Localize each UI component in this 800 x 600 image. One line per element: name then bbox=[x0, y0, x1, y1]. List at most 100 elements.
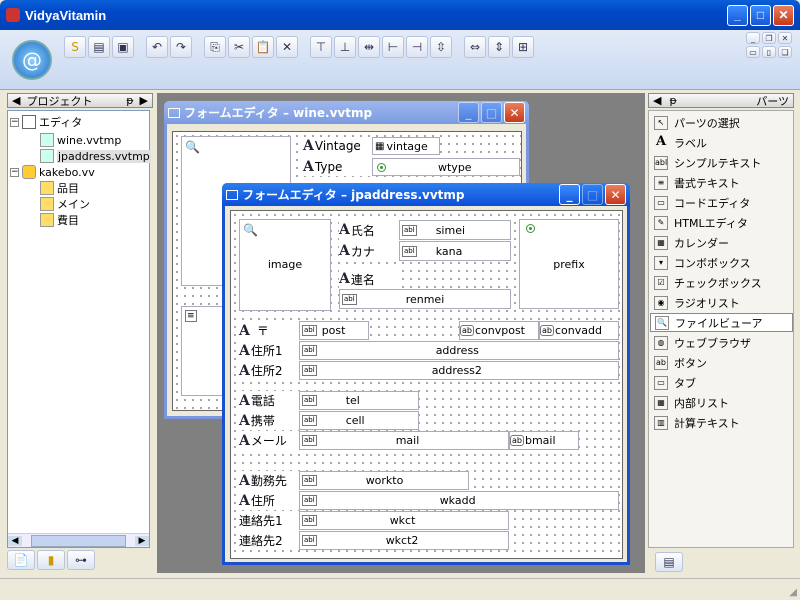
part-item[interactable]: ▦ カレンダー bbox=[650, 233, 793, 252]
part-item[interactable]: A ラベル bbox=[650, 133, 793, 152]
part-item[interactable]: abl シンプルテキスト bbox=[650, 153, 793, 172]
wkadd-field[interactable]: abl wkadd bbox=[299, 491, 619, 510]
tile-horizontal-icon[interactable]: ▭ bbox=[746, 46, 760, 58]
save-icon[interactable]: ▣ bbox=[112, 36, 134, 58]
post-field[interactable]: abl post bbox=[299, 321, 369, 340]
form-icon[interactable]: ▤ bbox=[88, 36, 110, 58]
copy-icon[interactable]: ⎘ bbox=[204, 36, 226, 58]
wine-vintage-label[interactable]: A Vintage bbox=[303, 137, 373, 155]
wine-type-label[interactable]: A Type bbox=[303, 158, 373, 176]
tree-item-hinmoku[interactable]: 品目 bbox=[40, 180, 79, 196]
parts-tab-icon[interactable]: ▤ bbox=[655, 552, 683, 572]
scroll-right-icon[interactable]: ▶ bbox=[135, 535, 149, 546]
simei-field[interactable]: abl simei bbox=[399, 220, 511, 240]
address1-label[interactable]: A 住所1 bbox=[239, 341, 299, 360]
wkct-field[interactable]: abl wkct bbox=[299, 511, 509, 530]
address-field[interactable]: abl address bbox=[299, 341, 619, 360]
image-viewer[interactable]: 🔍 image bbox=[239, 219, 331, 311]
part-item[interactable]: ◉ ラジオリスト bbox=[650, 293, 793, 312]
app-menu-orb-icon[interactable]: @ bbox=[12, 40, 52, 80]
part-item[interactable]: ▭ タブ bbox=[650, 373, 793, 392]
wkct-label[interactable]: 連絡先1 bbox=[239, 511, 299, 530]
convadd-button[interactable]: ab convadd bbox=[539, 321, 619, 340]
panel-expand-icon[interactable]: ▶ bbox=[140, 94, 148, 107]
tel-field[interactable]: abl tel bbox=[299, 391, 419, 410]
part-item[interactable]: ▭ コードエディタ bbox=[650, 193, 793, 212]
window-restore-icon[interactable]: ❐ bbox=[762, 32, 776, 44]
window-close-icon[interactable]: ✕ bbox=[778, 32, 792, 44]
cut-icon[interactable]: ✂ bbox=[228, 36, 250, 58]
project-tab-icon[interactable]: 📄 bbox=[7, 550, 35, 570]
cascade-icon[interactable]: ❏ bbox=[778, 46, 792, 58]
part-item[interactable]: ▥ 計算テキスト bbox=[650, 413, 793, 432]
workto-field[interactable]: abl workto bbox=[299, 471, 469, 490]
resize-grip-icon[interactable]: ◢ bbox=[789, 587, 797, 598]
name-label[interactable]: A 氏名 bbox=[339, 220, 399, 240]
address2-label[interactable]: A 住所2 bbox=[239, 361, 299, 380]
mail-field[interactable]: abl mail bbox=[299, 431, 509, 450]
wkct2-field[interactable]: abl wkct2 bbox=[299, 531, 509, 550]
tree-item-wine[interactable]: wine.vvtmp bbox=[40, 132, 121, 148]
cell-label[interactable]: A 携帯 bbox=[239, 411, 299, 430]
minimize-button[interactable]: _ bbox=[727, 4, 748, 26]
part-item[interactable]: ≡ 書式テキスト bbox=[650, 173, 793, 192]
mail-label[interactable]: A メール bbox=[239, 431, 299, 450]
close-button[interactable]: ✕ bbox=[773, 4, 794, 26]
tree-item-main[interactable]: メイン bbox=[40, 196, 90, 212]
tel-label[interactable]: A 電話 bbox=[239, 391, 299, 410]
grid-icon[interactable]: ⊞ bbox=[512, 36, 534, 58]
kana-field[interactable]: abl kana bbox=[399, 241, 511, 261]
prefix-radio-list[interactable]: prefix bbox=[519, 219, 619, 309]
wizard-icon[interactable]: S bbox=[64, 36, 86, 58]
part-item[interactable]: ◍ ウェブブラウザ bbox=[650, 333, 793, 352]
align-bottom-icon[interactable]: ⊥ bbox=[334, 36, 356, 58]
jp-minimize-button[interactable]: _ bbox=[559, 184, 580, 205]
pin-icon[interactable]: ᵽ bbox=[126, 94, 133, 107]
kana-label[interactable]: A カナ bbox=[339, 241, 399, 261]
same-height-icon[interactable]: ⇕ bbox=[488, 36, 510, 58]
wine-maximize-button[interactable]: □ bbox=[481, 102, 502, 123]
cell-field[interactable]: abl cell bbox=[299, 411, 419, 430]
wine-minimize-button[interactable]: _ bbox=[458, 102, 479, 123]
scroll-left-icon[interactable]: ◀ bbox=[8, 535, 22, 546]
jp-close-button[interactable]: ✕ bbox=[605, 184, 626, 205]
maximize-button[interactable]: □ bbox=[750, 4, 771, 26]
wkadd-label[interactable]: A 住所 bbox=[239, 491, 299, 510]
convpost-button[interactable]: ab convpost bbox=[459, 321, 539, 340]
wine-close-button[interactable]: ✕ bbox=[504, 102, 525, 123]
pin-icon[interactable]: ᵽ bbox=[669, 94, 676, 107]
wine-type-field[interactable]: wtype bbox=[372, 158, 520, 176]
tree-item-jpaddress[interactable]: jpaddress.vvtmp bbox=[40, 148, 151, 164]
wine-vintage-field[interactable]: ▦ vintage bbox=[372, 137, 440, 155]
align-middle-icon[interactable]: ⇹ bbox=[358, 36, 380, 58]
part-item[interactable]: ↖ パーツの選択 bbox=[650, 113, 793, 132]
tree-item-himoku[interactable]: 費目 bbox=[40, 212, 79, 228]
panel-collapse-icon[interactable]: ◀ bbox=[12, 94, 20, 107]
renmei-label[interactable]: A 連名 bbox=[339, 269, 399, 289]
part-item[interactable]: ▾ コンボボックス bbox=[650, 253, 793, 272]
bmail-button[interactable]: ab bmail bbox=[509, 431, 579, 450]
align-right-icon[interactable]: ⊣ bbox=[406, 36, 428, 58]
address2-field[interactable]: abl address2 bbox=[299, 361, 619, 380]
align-center-icon[interactable]: ⇳ bbox=[430, 36, 452, 58]
delete-icon[interactable]: ✕ bbox=[276, 36, 298, 58]
tile-vertical-icon[interactable]: ▯ bbox=[762, 46, 776, 58]
hierarchy-tab-icon[interactable]: ⊶ bbox=[67, 550, 95, 570]
panel-collapse-icon[interactable]: ◀ bbox=[653, 94, 661, 107]
part-item[interactable]: ab ボタン bbox=[650, 353, 793, 372]
tree-item-kakebo[interactable]: − kakebo.vv bbox=[10, 164, 95, 180]
wkct2-label[interactable]: 連絡先2 bbox=[239, 531, 299, 550]
horizontal-scrollbar[interactable]: ◀ ▶ bbox=[8, 533, 149, 547]
paste-icon[interactable]: 📋 bbox=[252, 36, 274, 58]
same-width-icon[interactable]: ⇔ bbox=[464, 36, 486, 58]
align-top-icon[interactable]: ⊤ bbox=[310, 36, 332, 58]
renmei-field[interactable]: abl renmei bbox=[339, 289, 511, 309]
align-left-icon[interactable]: ⊢ bbox=[382, 36, 404, 58]
database-tab-icon[interactable]: ▮ bbox=[37, 550, 65, 570]
redo-icon[interactable]: ↷ bbox=[170, 36, 192, 58]
undo-icon[interactable]: ↶ bbox=[146, 36, 168, 58]
post-label[interactable]: A 〒 bbox=[239, 321, 299, 340]
part-item[interactable]: ☑ チェックボックス bbox=[650, 273, 793, 292]
jp-maximize-button[interactable]: □ bbox=[582, 184, 603, 205]
tree-item-editor[interactable]: − エディタ bbox=[10, 114, 82, 130]
